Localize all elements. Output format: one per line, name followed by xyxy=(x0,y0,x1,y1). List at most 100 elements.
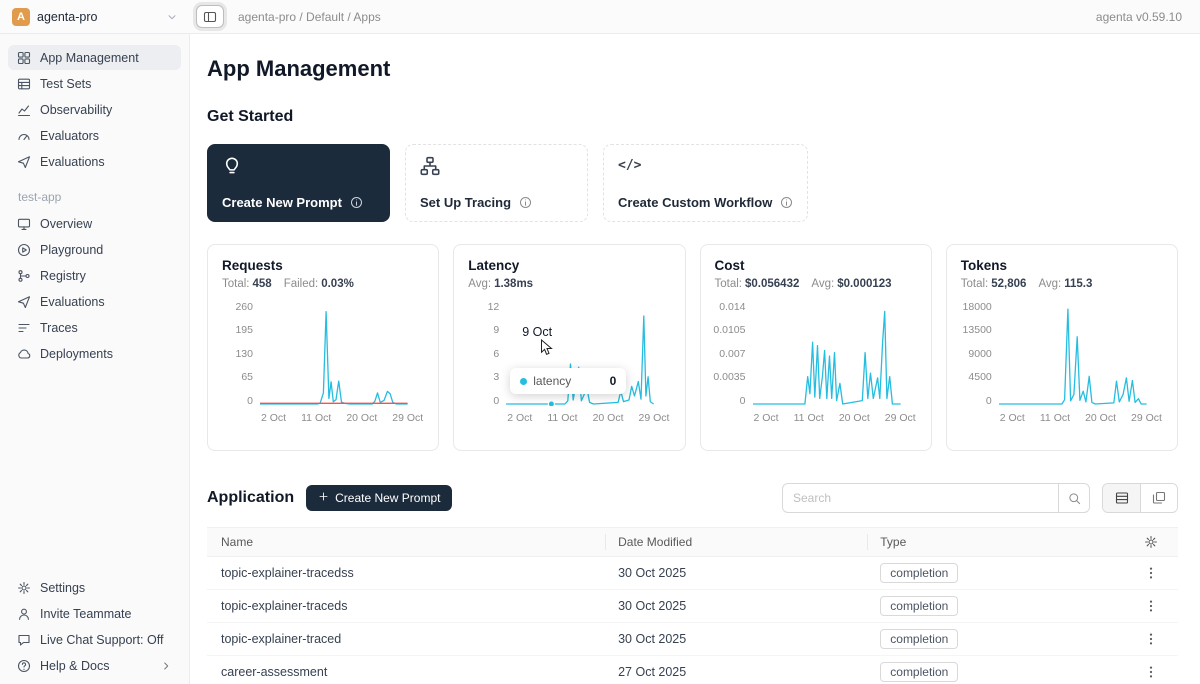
stat-card-title: Cost xyxy=(715,258,917,273)
stat-card-metrics: Total:52,806Avg:115.3 xyxy=(961,278,1163,290)
create-new-prompt-button[interactable]: Create New Prompt xyxy=(306,485,452,511)
sidebar-item-label: Playground xyxy=(40,243,103,257)
chart-y-axis: 1800013500900045000 xyxy=(961,302,999,406)
code-icon: </> xyxy=(618,158,641,173)
get-started-card-label: Create New Prompt xyxy=(222,195,342,210)
gear-icon xyxy=(17,581,31,595)
sidebar-item-invite-teammate[interactable]: Invite Teammate xyxy=(8,601,181,626)
dots-vertical-icon[interactable] xyxy=(1144,665,1158,679)
sidebar-item-registry[interactable]: Registry xyxy=(8,263,181,288)
info-icon[interactable] xyxy=(350,196,363,209)
plus-icon xyxy=(318,491,329,502)
column-header-type[interactable]: Type xyxy=(867,534,1124,550)
chart-x-axis: 2 Oct11 Oct20 Oct29 Oct xyxy=(999,412,1163,424)
sidebar-item-overview[interactable]: Overview xyxy=(8,211,181,236)
chart-requests xyxy=(260,302,424,406)
workspace-avatar: A xyxy=(12,8,30,26)
dots-vertical-icon[interactable] xyxy=(1144,599,1158,613)
branch-icon xyxy=(17,269,31,283)
stats-row: RequestsTotal:458Failed:0.03%26019513065… xyxy=(207,244,1178,451)
sidebar-item-observability[interactable]: Observability xyxy=(8,97,181,122)
chart-cost xyxy=(753,302,917,406)
get-started-card-label: Create Custom Workflow xyxy=(618,195,772,210)
page-title: App Management xyxy=(207,56,1178,82)
sidebar-item-traces[interactable]: Traces xyxy=(8,315,181,340)
gear-icon[interactable] xyxy=(1144,535,1158,549)
chart-svg xyxy=(999,302,1163,406)
grid-icon xyxy=(17,51,31,65)
sidebar-item-label: Registry xyxy=(40,269,86,283)
row-menu-button[interactable] xyxy=(1144,632,1158,646)
row-menu-button[interactable] xyxy=(1144,566,1158,580)
sidebar-item-deployments[interactable]: Deployments xyxy=(8,341,181,366)
breadcrumb: agenta-pro / Default / Apps xyxy=(238,10,381,24)
chart-svg xyxy=(753,302,917,406)
sidebar-item-evaluators[interactable]: Evaluators xyxy=(8,123,181,148)
sidebar-item-label: Invite Teammate xyxy=(40,607,131,621)
dots-vertical-icon[interactable] xyxy=(1144,632,1158,646)
chat-icon xyxy=(17,633,31,647)
app-name: topic-explainer-traceds xyxy=(207,599,605,613)
play-icon xyxy=(17,243,31,257)
traces-icon xyxy=(17,321,31,335)
chart-tokens xyxy=(999,302,1163,406)
sidebar-item-playground[interactable]: Playground xyxy=(8,237,181,262)
get-started-row: Create New Prompt Set Up Tracing </> Create… xyxy=(207,144,1178,222)
workspace-selector[interactable]: A agenta-pro xyxy=(0,8,190,26)
sidebar-item-live-chat-support-off[interactable]: Live Chat Support: Off xyxy=(8,627,181,652)
chart-svg xyxy=(260,302,424,406)
chart-x-axis: 2 Oct11 Oct20 Oct29 Oct xyxy=(260,412,424,424)
get-started-card-create-custom-workflow[interactable]: </> Create Custom Workflow xyxy=(603,144,808,222)
table-row-topic-explainer-traceds[interactable]: topic-explainer-traceds30 Oct 2025comple… xyxy=(207,590,1178,623)
info-icon[interactable] xyxy=(519,196,532,209)
card-view-button[interactable] xyxy=(1140,484,1177,512)
sidebar-item-label: Observability xyxy=(40,103,112,117)
get-started-card-create-new-prompt[interactable]: Create New Prompt xyxy=(207,144,390,222)
app-type-badge: completion xyxy=(880,563,958,583)
column-header-name[interactable]: Name xyxy=(207,535,605,549)
chart-line-icon xyxy=(17,103,31,117)
applications-table: NameDate ModifiedType topic-explainer-tra… xyxy=(207,527,1178,684)
table-row-topic-explainer-tracedss[interactable]: topic-explainer-tracedss30 Oct 2025compl… xyxy=(207,557,1178,590)
sidebar-item-test-sets[interactable]: Test Sets xyxy=(8,71,181,96)
column-header-date-modified[interactable]: Date Modified xyxy=(605,534,867,550)
sidebar-toggle-button[interactable] xyxy=(196,5,224,28)
search-input[interactable] xyxy=(782,483,1058,513)
app-date-modified: 30 Oct 2025 xyxy=(605,566,867,580)
chart-y-axis: 129630 xyxy=(468,302,506,406)
view-toggle xyxy=(1102,483,1178,513)
sidebar-item-evaluations[interactable]: Evaluations xyxy=(8,149,181,174)
sidebar-item-label: Overview xyxy=(40,217,92,231)
card-view-icon xyxy=(1152,491,1166,505)
dots-vertical-icon[interactable] xyxy=(1144,566,1158,580)
chevron-right-icon xyxy=(160,660,172,672)
panel-icon xyxy=(203,10,217,24)
info-icon[interactable] xyxy=(780,196,793,209)
sidebar-item-label: Live Chat Support: Off xyxy=(40,633,163,647)
mouse-cursor xyxy=(540,339,555,356)
chart-x-axis: 2 Oct11 Oct20 Oct29 Oct xyxy=(753,412,917,424)
search-button[interactable] xyxy=(1058,483,1090,513)
person-icon xyxy=(17,607,31,621)
table-row-career-assessment[interactable]: career-assessment27 Oct 2025completion xyxy=(207,656,1178,684)
row-menu-button[interactable] xyxy=(1144,665,1158,679)
application-header: Application Create New Prompt xyxy=(207,483,1178,513)
workspace-name: agenta-pro xyxy=(37,10,97,24)
stat-card-cost: CostTotal:$0.056432Avg:$0.0001230.0140.0… xyxy=(700,244,932,451)
prompt-icon xyxy=(222,156,242,176)
table-row-topic-explainer-traced[interactable]: topic-explainer-traced30 Oct 2025complet… xyxy=(207,623,1178,656)
stat-card-title: Tokens xyxy=(961,258,1163,273)
sidebar-item-help-docs[interactable]: Help & Docs xyxy=(8,653,181,678)
sidebar-item-label: App Management xyxy=(40,51,139,65)
chart-marker-dot xyxy=(549,401,555,406)
row-menu-button[interactable] xyxy=(1144,599,1158,613)
table-view-button[interactable] xyxy=(1103,484,1140,512)
sidebar-item-app-management[interactable]: App Management xyxy=(8,45,181,70)
search-group xyxy=(782,483,1090,513)
get-started-card-set-up-tracing[interactable]: Set Up Tracing xyxy=(405,144,588,222)
stat-card-title: Requests xyxy=(222,258,424,273)
tracing-icon xyxy=(420,156,440,176)
sidebar-item-settings[interactable]: Settings xyxy=(8,575,181,600)
send-icon xyxy=(17,155,31,169)
sidebar-item-evaluations[interactable]: Evaluations xyxy=(8,289,181,314)
